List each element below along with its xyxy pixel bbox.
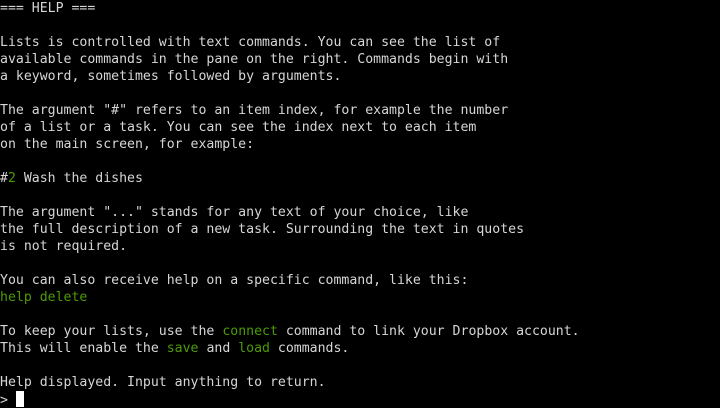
index-arg-line-1: The argument "#" refers to an item index… — [0, 103, 509, 118]
command-prompt[interactable]: > — [0, 391, 24, 408]
example-item-index: 2 — [7, 171, 16, 186]
index-arg-line-3: on the main screen, for example: — [0, 137, 255, 152]
save-command: save — [166, 341, 199, 356]
dropbox-line-2-after: commands. — [269, 341, 350, 356]
text-arg-line-2: the full description of a new task. Surr… — [0, 222, 525, 237]
load-command: load — [238, 341, 270, 356]
prompt-symbol: > — [0, 393, 16, 408]
intro-line-1: Lists is controlled with text commands. … — [0, 35, 501, 50]
dropbox-line-2: This will enable the save and load comma… — [0, 340, 349, 357]
intro-line-3: a keyword, sometimes followed by argumen… — [0, 69, 342, 84]
connect-command: connect — [222, 324, 278, 339]
text-arg-line-3: is not required. — [0, 239, 128, 254]
dropbox-line-1-before: To keep your lists, use the — [0, 324, 223, 339]
text-arg-line-1: The argument "..." stands for any text o… — [0, 205, 469, 220]
intro-line-2: available commands in the pane on the ri… — [0, 52, 509, 67]
help-header: === HELP === — [0, 1, 96, 16]
index-arg-line-2: of a list or a task. You can see the ind… — [0, 120, 477, 135]
text-cursor[interactable] — [15, 391, 24, 407]
example-item-prefix: # — [0, 171, 8, 186]
status-line: Help displayed. Input anything to return… — [0, 375, 326, 390]
example-item-text: Wash the dishes — [15, 171, 143, 186]
dropbox-line-2-before: This will enable the — [0, 341, 167, 356]
dropbox-line-1: To keep your lists, use the connect comm… — [0, 323, 580, 340]
terminal-window: === HELP === Lists is controlled with te… — [0, 0, 720, 408]
specific-help-line: You can also receive help on a specific … — [0, 273, 469, 288]
dropbox-line-1-after: command to link your Dropbox account. — [277, 324, 580, 339]
dropbox-line-2-middle: and — [198, 341, 239, 356]
example-item: #2 Wash the dishes — [0, 170, 143, 187]
help-command-example: help delete — [0, 290, 88, 305]
